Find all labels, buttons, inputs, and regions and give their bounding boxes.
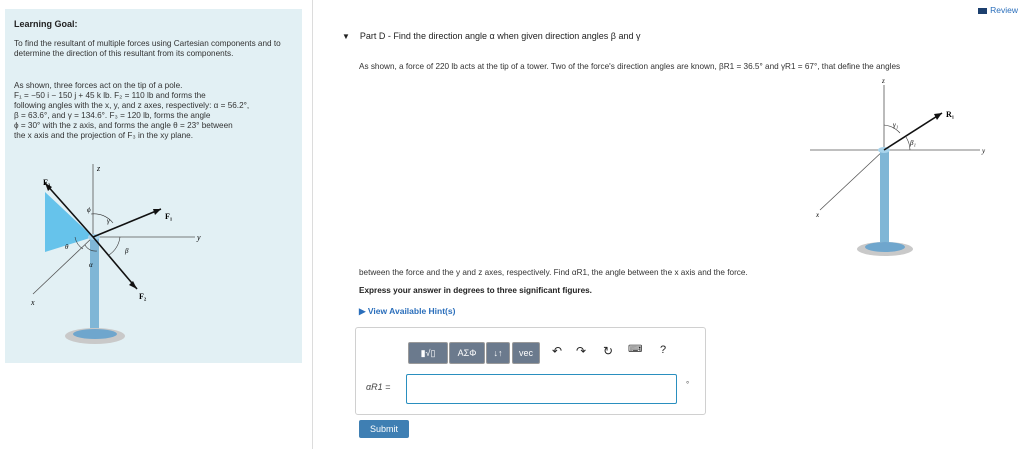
tower-y-label: y	[981, 147, 986, 155]
f1-label: F₁	[165, 212, 173, 221]
redo-icon[interactable]: ↷	[576, 344, 586, 358]
panel-divider	[312, 0, 313, 449]
f2-label: F₂	[139, 292, 147, 301]
gamma-label: γ	[107, 217, 110, 225]
help-button[interactable]: ?	[660, 344, 666, 356]
undo-icon[interactable]: ↶	[552, 344, 562, 358]
tower-figure: z y x R₁ γ₁ β₁	[810, 77, 986, 256]
answer-label: αR1 =	[366, 382, 391, 392]
problem-line-5: ϕ = 30° with the z axis, and forms the a…	[14, 121, 233, 130]
r1-label: R₁	[946, 110, 955, 119]
problem-line-6: the x axis and the projection of F₃ in t…	[14, 131, 194, 140]
y-axis-label: y	[196, 233, 201, 242]
submit-button[interactable]: Submit	[359, 420, 409, 438]
answer-panel: ▮√▯ ΑΣΦ ↓↑ vec ↶ ↷ ↻ ⌨ ? αR1 = °	[355, 327, 706, 415]
theta-label: θ	[65, 243, 69, 251]
learning-goal-title: Learning Goal:	[14, 19, 78, 29]
problem-line-1: As shown, three forces act on the tip of…	[14, 81, 183, 90]
problem-line-2: F₁ = −50 i − 150 j + 45 k lb. F₂ = 110 l…	[14, 91, 206, 100]
learning-goal-panel: Learning Goal: To find the resultant of …	[5, 9, 302, 363]
part-d-instruction: Express your answer in degrees to three …	[359, 286, 592, 295]
vec-button[interactable]: vec	[512, 342, 540, 364]
tower-z-label: z	[881, 77, 885, 85]
problem-line-4: β = 63.6°, and γ = 134.6°. F₃ = 120 lb, …	[14, 111, 211, 120]
x-axis-label: x	[30, 298, 35, 307]
view-hints-link[interactable]: ▶ View Available Hint(s)	[359, 306, 455, 317]
hint-label: View Available Hint(s)	[367, 306, 456, 316]
phi-label: ϕ	[87, 206, 91, 214]
collapse-triangle-icon[interactable]: ▼	[342, 32, 350, 41]
part-d-intro: As shown, a force of 220 lb acts at the …	[359, 62, 901, 71]
reset-icon[interactable]: ↻	[603, 344, 613, 358]
z-axis-label: z	[96, 164, 101, 173]
tower-x-label: x	[815, 211, 820, 219]
review-icon	[978, 7, 988, 14]
problem-line-3: following angles with the x, y, and z ax…	[14, 101, 250, 110]
review-label: Review	[990, 5, 1018, 15]
review-link[interactable]: Review	[978, 5, 1018, 15]
beta1-label: β₁	[909, 139, 916, 147]
gamma1-label: γ₁	[893, 121, 898, 129]
learning-goal-text: To find the resultant of multiple forces…	[14, 39, 281, 58]
beta-label: β	[124, 247, 129, 255]
arrows-button[interactable]: ↓↑	[486, 342, 510, 364]
part-d-title: Part D - Find the direction angle α when…	[359, 31, 641, 41]
f3-label: F₃	[43, 178, 51, 187]
answer-input[interactable]	[406, 374, 677, 404]
alpha-label: α	[89, 261, 93, 269]
part-d-continued: between the force and the y and z axes, …	[359, 268, 748, 277]
hint-triangle-icon: ▶	[359, 306, 368, 316]
template-button[interactable]: ▮√▯	[408, 342, 448, 364]
greek-button[interactable]: ΑΣΦ	[449, 342, 485, 364]
degree-unit-mark: °	[686, 380, 690, 389]
keyboard-icon[interactable]: ⌨	[628, 344, 642, 355]
three-forces-figure: F₃ F₁ F₂ z y x ϕ θ γ β α	[30, 164, 201, 344]
part-d-header[interactable]: ▼ Part D - Find the direction angle α whe…	[342, 31, 640, 41]
